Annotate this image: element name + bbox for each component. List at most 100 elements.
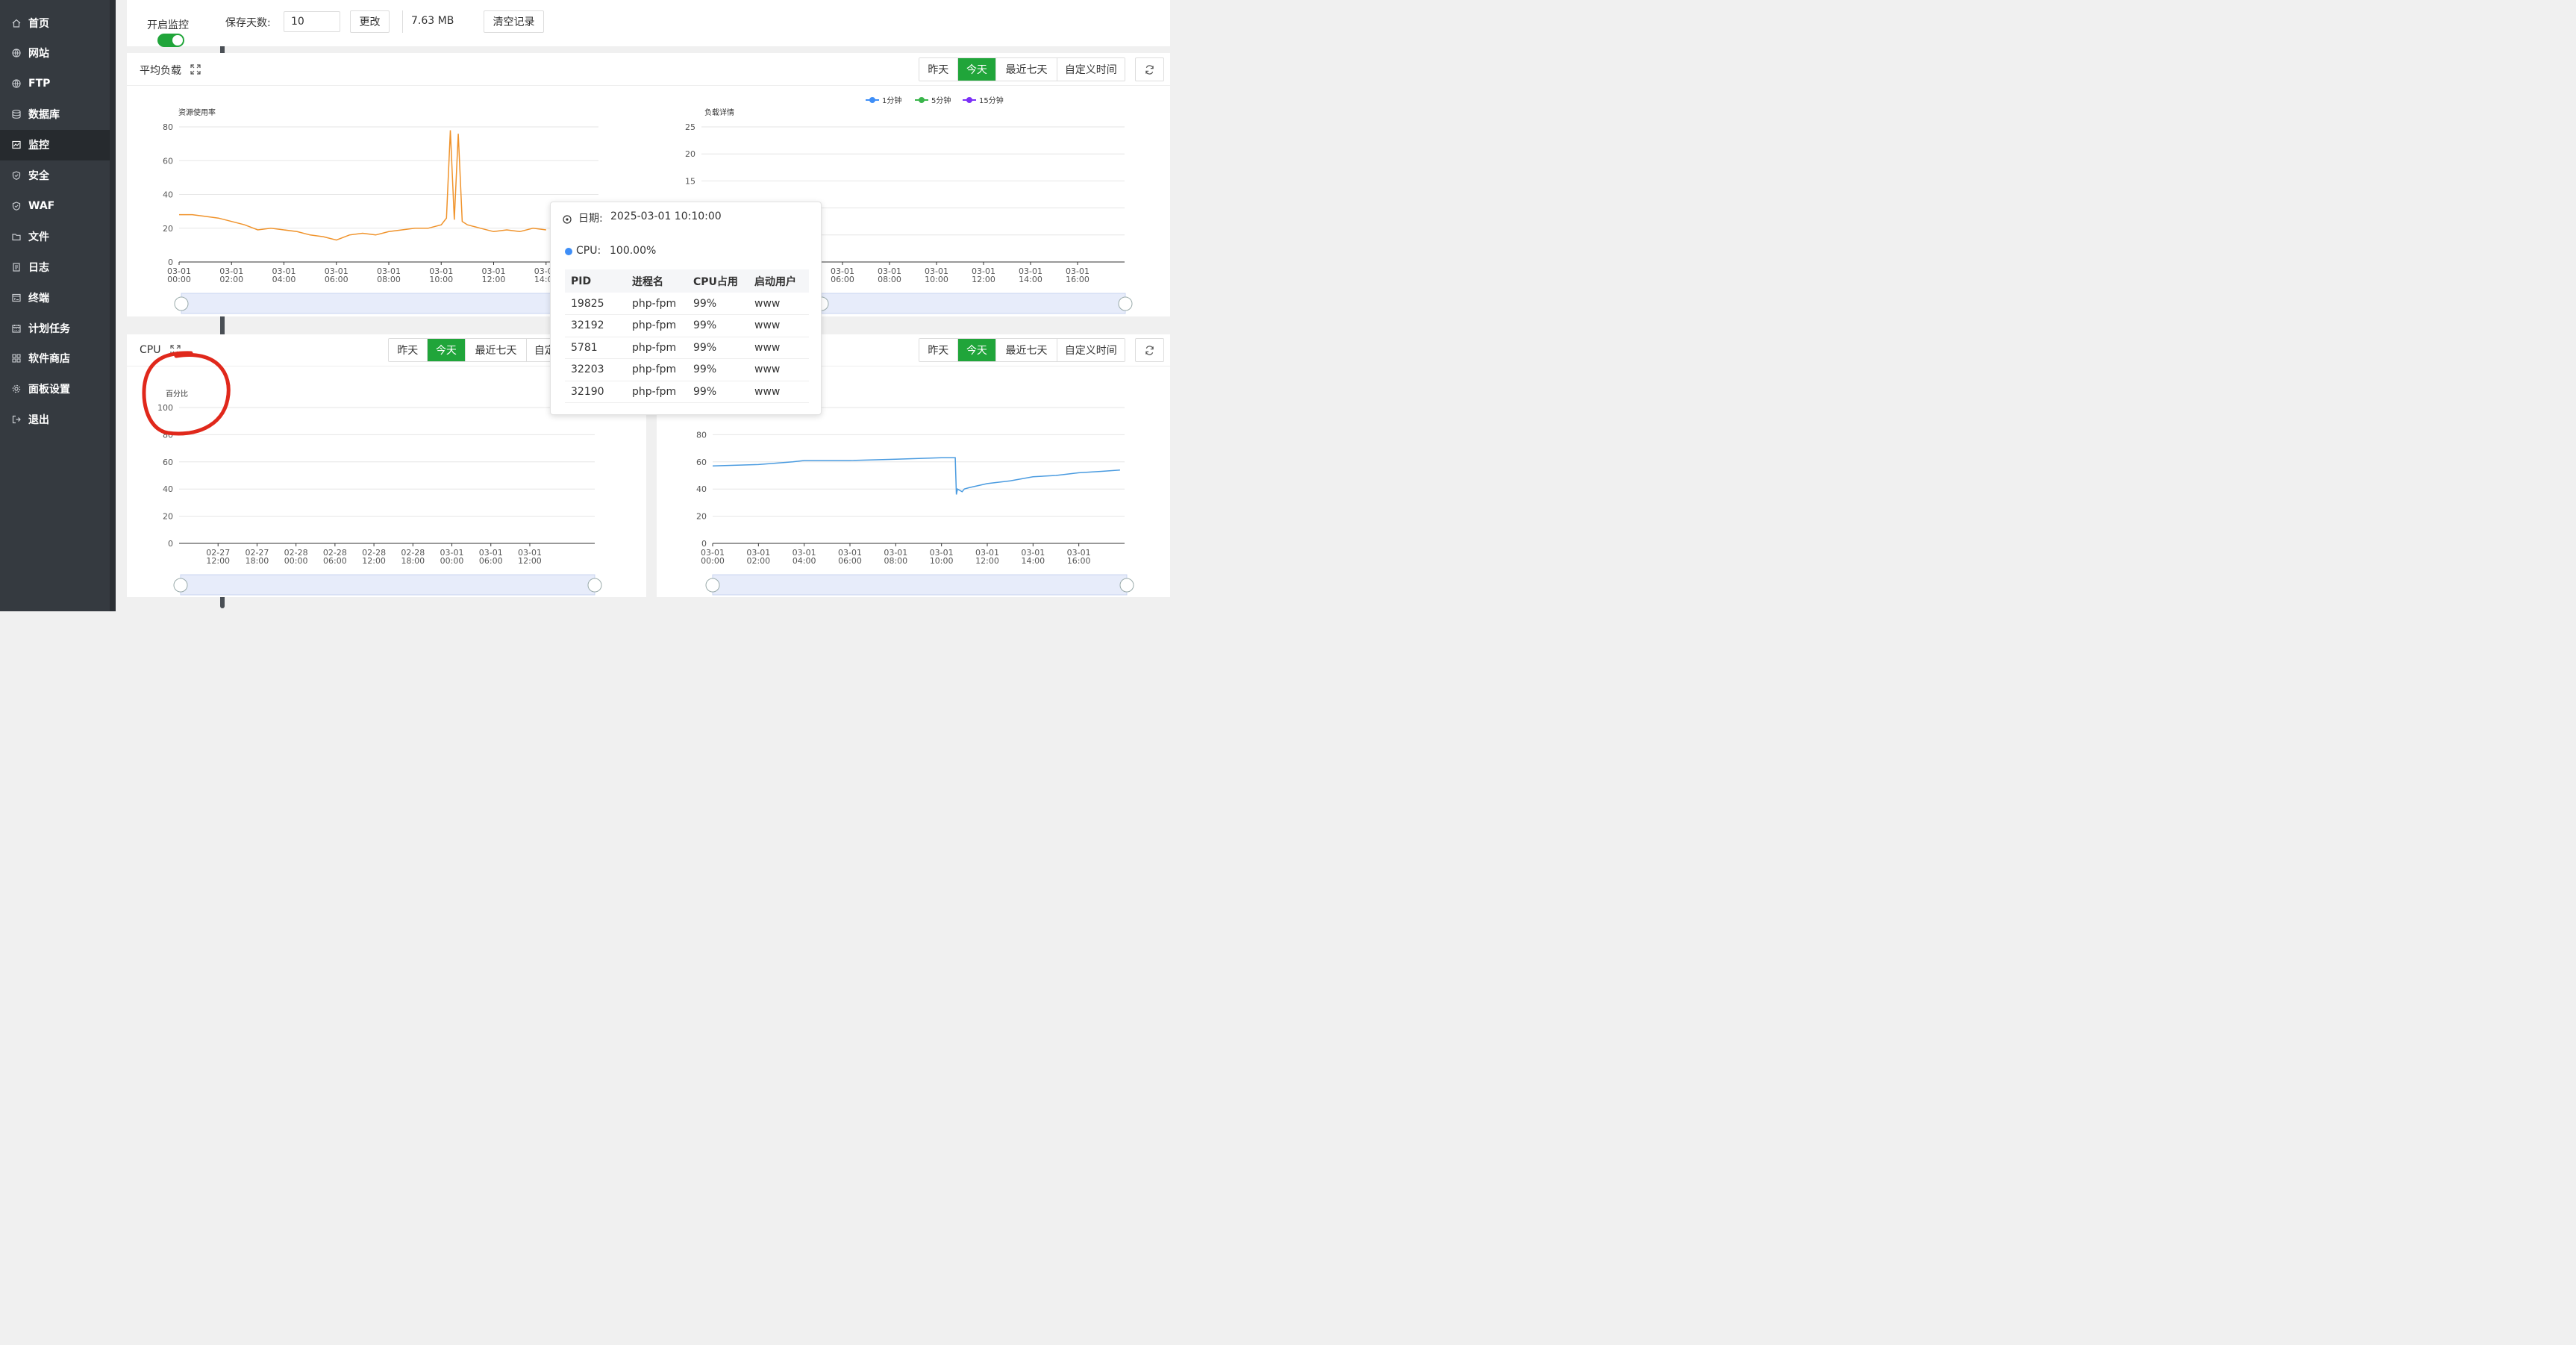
sidebar-item[interactable]: 数据库 xyxy=(0,99,110,130)
sidebar-item-label: 网站 xyxy=(28,48,49,60)
user-cell: www xyxy=(748,337,809,359)
expand-icon[interactable] xyxy=(170,344,181,355)
sidebar-item[interactable]: 面板设置 xyxy=(0,374,110,405)
tab-custom-time[interactable]: 自定义时间 xyxy=(1057,58,1125,81)
globe-icon xyxy=(11,79,21,89)
monitor-toggle-label: 开启监控 xyxy=(147,19,189,31)
tab-yesterday[interactable]: 昨天 xyxy=(919,58,958,81)
sidebar-item-label: 文件 xyxy=(28,231,49,243)
log-size-text: 7.63 MB xyxy=(411,15,454,27)
sidebar: 首页网站 FTP 数据库监控安全 WAF 文件日志终端计划任务软件商店面板设置退出 xyxy=(0,0,225,611)
refresh-icon xyxy=(1145,64,1154,75)
monitor-toggle[interactable] xyxy=(157,34,184,47)
user-cell: www xyxy=(748,381,809,403)
cpu-usage-cell: 99% xyxy=(687,337,748,359)
sidebar-item[interactable]: FTP xyxy=(0,69,110,99)
sidebar-item-label: 退出 xyxy=(28,414,49,427)
refresh-icon xyxy=(1145,345,1154,355)
sidebar-item[interactable]: 安全 xyxy=(0,160,110,191)
sidebar-item[interactable]: WAF xyxy=(0,190,110,221)
tab-yesterday[interactable]: 昨天 xyxy=(389,339,428,361)
monitor-toolbar: 开启监控 保存天数: 更改 7.63 MB 清空记录 xyxy=(127,0,1170,47)
retention-days-label: 保存天数: xyxy=(225,17,271,29)
chart-tooltip: 日期: 2025-03-01 10:10:00 CPU: 100.00% PID… xyxy=(550,202,822,415)
process-table: PID 进程名 CPU占用 启动用户 19825 php-fpm 99% www 32… xyxy=(565,269,809,403)
sidebar-item-label: 面板设置 xyxy=(28,384,70,396)
folder-icon xyxy=(11,231,21,241)
sidebar-item[interactable]: 网站 xyxy=(0,38,110,69)
tab-last-7-days[interactable]: 最近七天 xyxy=(996,58,1057,81)
tab-today[interactable]: 今天 xyxy=(957,339,997,361)
table-row: 32190 php-fpm 99% www xyxy=(565,381,809,403)
refresh-button[interactable] xyxy=(1135,338,1164,362)
shield-icon xyxy=(11,171,21,181)
sidebar-item[interactable]: 退出 xyxy=(0,405,110,435)
cpu-panel-title: CPU xyxy=(140,344,161,356)
sidebar-item-label: 安全 xyxy=(28,170,49,182)
sidebar-item-label: FTP xyxy=(28,78,51,90)
cpu-usage-cell: 99% xyxy=(687,293,748,315)
tooltip-metric-value: 100.00% xyxy=(610,245,657,257)
toolbar-divider xyxy=(402,10,403,33)
sidebar-item[interactable]: 监控 xyxy=(0,129,110,160)
expand-icon[interactable] xyxy=(190,63,201,75)
tooltip-metric-label: CPU: xyxy=(576,245,601,257)
column-header: PID xyxy=(565,269,626,293)
tab-last-7-days[interactable]: 最近七天 xyxy=(996,339,1057,361)
sidebar-item[interactable]: 文件 xyxy=(0,221,110,252)
sidebar-item-label: WAF xyxy=(28,199,55,212)
pid-cell: 32192 xyxy=(565,314,626,337)
sidebar-item-label: 软件商店 xyxy=(28,353,70,366)
load-range-tabs: 昨天 今天 最近七天 自定义时间 xyxy=(919,57,1125,81)
clear-records-button[interactable]: 清空记录 xyxy=(484,10,544,33)
tab-today[interactable]: 今天 xyxy=(957,58,997,81)
memory-range-tabs: 昨天 今天 最近七天 自定义时间 xyxy=(919,338,1125,362)
process-name-cell: php-fpm xyxy=(626,314,687,337)
cpu-usage-cell: 99% xyxy=(687,381,748,403)
sidebar-item[interactable]: 日志 xyxy=(0,252,110,282)
calendar-icon xyxy=(11,323,21,333)
cpu-usage-cell: 99% xyxy=(687,358,748,381)
sidebar-item-label: 首页 xyxy=(28,17,49,30)
panel-divider xyxy=(127,85,1170,86)
retention-days-input[interactable] xyxy=(284,11,340,32)
refresh-button[interactable] xyxy=(1135,57,1164,81)
gear-icon xyxy=(11,384,21,394)
log-icon xyxy=(11,262,21,272)
user-cell: www xyxy=(748,293,809,315)
sidebar-item-label: 终端 xyxy=(28,292,49,305)
database-icon xyxy=(11,110,21,119)
pid-cell: 19825 xyxy=(565,293,626,315)
tab-custom-time[interactable]: 自定义时间 xyxy=(1057,339,1125,361)
sidebar-item-label: 监控 xyxy=(28,140,49,152)
process-name-cell: php-fpm xyxy=(626,337,687,359)
sidebar-item-label: 数据库 xyxy=(28,109,60,122)
tab-yesterday[interactable]: 昨天 xyxy=(919,339,958,361)
sidebar-item[interactable]: 终端 xyxy=(0,282,110,313)
process-name-cell: php-fpm xyxy=(626,293,687,315)
user-cell: www xyxy=(748,314,809,337)
monitor-toggle-knob xyxy=(172,35,183,46)
sidebar-item[interactable]: 首页 xyxy=(0,7,110,38)
column-header: 进程名 xyxy=(626,269,687,293)
tab-last-7-days[interactable]: 最近七天 xyxy=(466,339,527,361)
pid-cell: 32203 xyxy=(565,358,626,381)
sidebar-item[interactable]: 软件商店 xyxy=(0,343,110,374)
monitor-icon xyxy=(11,140,21,150)
table-row: 32203 php-fpm 99% www xyxy=(565,358,809,381)
user-cell: www xyxy=(748,358,809,381)
table-row: 32192 php-fpm 99% www xyxy=(565,314,809,337)
tooltip-date-value: 2025-03-01 10:10:00 xyxy=(610,210,722,222)
sidebar-item-label: 计划任务 xyxy=(28,322,70,335)
change-days-button[interactable]: 更改 xyxy=(350,10,390,33)
sidebar-scrollbar[interactable] xyxy=(110,0,225,611)
sidebar-item-label: 日志 xyxy=(28,261,49,274)
column-header: 启动用户 xyxy=(748,269,809,293)
tooltip-date-label: 日期: xyxy=(578,213,603,225)
shield-icon xyxy=(11,201,21,210)
tab-today[interactable]: 今天 xyxy=(427,339,466,361)
clock-icon xyxy=(563,213,572,224)
pid-cell: 5781 xyxy=(565,337,626,359)
sidebar-item[interactable]: 计划任务 xyxy=(0,313,110,343)
grid-icon xyxy=(11,354,21,363)
